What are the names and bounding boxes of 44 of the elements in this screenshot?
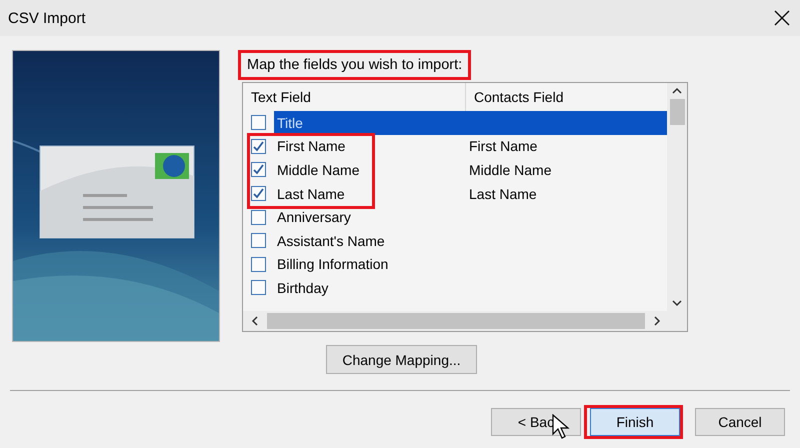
close-icon[interactable] — [774, 10, 790, 26]
text-field-name: Title — [276, 114, 304, 131]
checkbox[interactable] — [251, 138, 266, 154]
text-field-name: First Name — [276, 138, 346, 154]
scroll-thumb[interactable] — [670, 99, 684, 125]
change-mapping-button[interactable]: Change Mapping... — [326, 345, 477, 374]
column-header[interactable]: Contacts Field — [466, 83, 667, 111]
list-row[interactable]: Title — [274, 111, 667, 135]
list-row[interactable]: Anniversary — [274, 205, 667, 229]
contacts-field-name: Last Name — [469, 186, 537, 202]
vertical-scrollbar[interactable] — [667, 83, 687, 311]
checkbox[interactable] — [251, 280, 266, 296]
checkbox[interactable] — [251, 233, 266, 248]
dialog-button[interactable]: Cancel — [695, 408, 785, 436]
checkbox[interactable] — [251, 186, 266, 202]
list-row[interactable]: Billing Information — [274, 252, 667, 276]
checkbox[interactable] — [251, 115, 266, 130]
text-field-name: Assistant's Name — [276, 232, 386, 249]
dialog-button[interactable]: < Bac — [491, 408, 581, 436]
scroll-thumb[interactable] — [267, 313, 645, 329]
checkbox[interactable] — [251, 162, 266, 178]
pointer-icon — [552, 414, 570, 440]
text-field-name: Middle Name — [276, 162, 360, 178]
list-row[interactable]: Last Name Last Name — [274, 182, 667, 206]
text-field-name: Billing Information — [276, 256, 390, 272]
checkbox[interactable] — [251, 210, 266, 225]
contacts-field-name: Middle Name — [469, 162, 552, 178]
list-row[interactable]: Birthday — [274, 276, 667, 300]
instruction-text: Map the fields you wish to import: — [238, 50, 472, 80]
scroll-left-icon[interactable] — [251, 316, 259, 326]
scroll-down-icon[interactable] — [672, 299, 682, 307]
text-field-name: Last Name — [276, 186, 346, 202]
text-field-name: Birthday — [276, 280, 330, 296]
horizontal-scrollbar[interactable] — [243, 311, 687, 331]
checkbox[interactable] — [251, 256, 266, 272]
scroll-up-icon[interactable] — [672, 87, 682, 95]
dialog-button[interactable]: Finish — [590, 408, 680, 436]
window-title: CSV Import — [8, 10, 86, 26]
list-row[interactable]: Assistant's Name — [274, 228, 667, 253]
scroll-right-icon[interactable] — [653, 316, 661, 326]
contacts-field-name: First Name — [469, 138, 538, 154]
list-row[interactable]: First Name First Name — [274, 134, 667, 158]
list-row[interactable]: Middle Name Middle Name — [274, 158, 667, 182]
text-field-name: Anniversary — [276, 209, 352, 226]
